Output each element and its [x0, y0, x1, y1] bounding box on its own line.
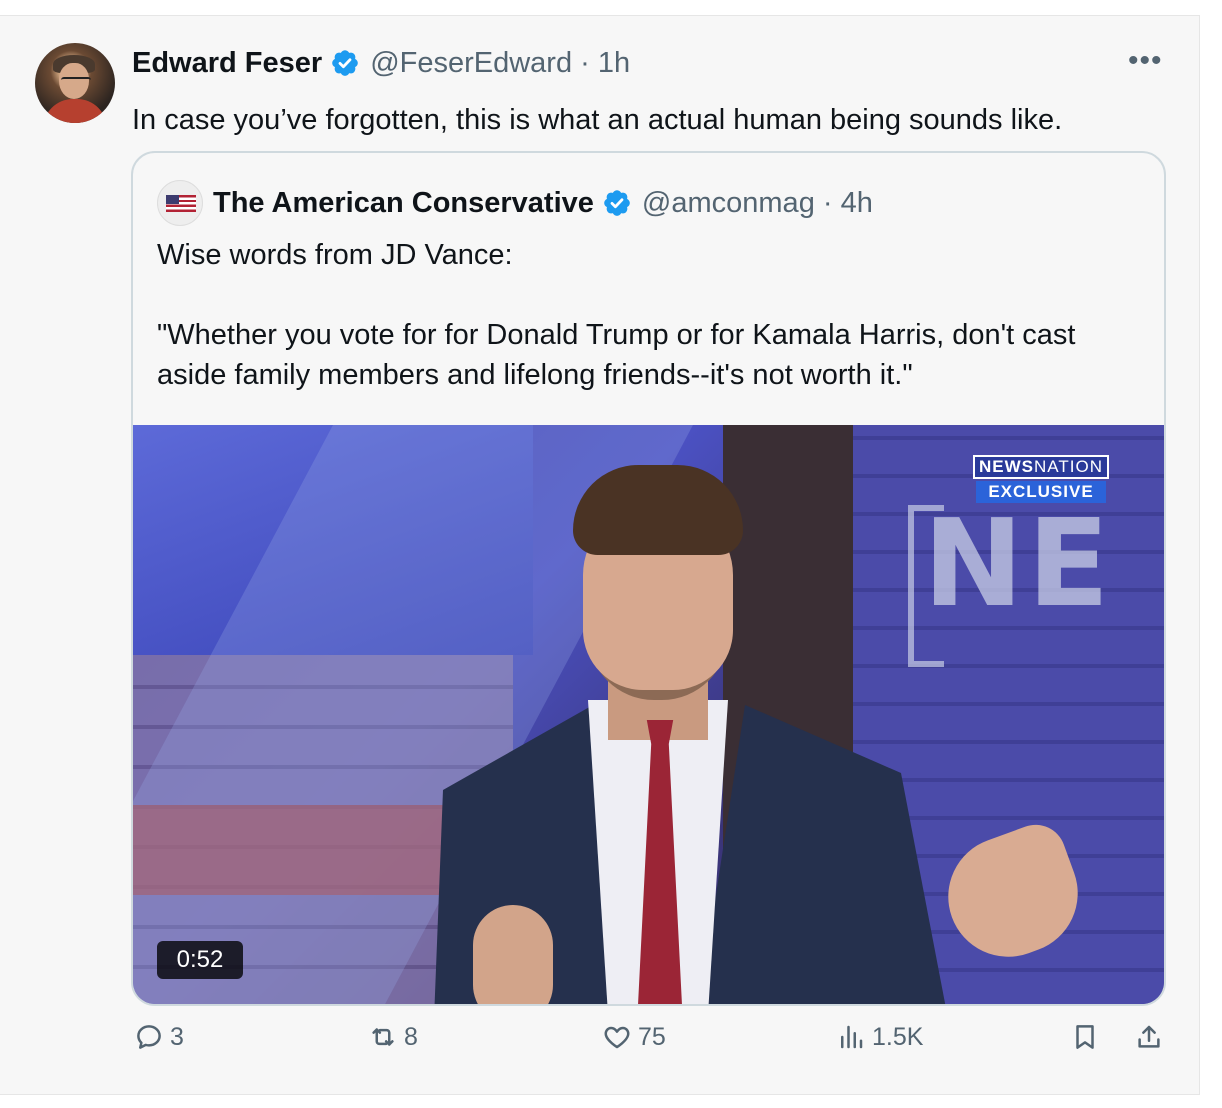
quoted-author-handle-time: @amconmag · 4h: [641, 186, 873, 219]
badge-news: NEWS: [979, 457, 1035, 476]
reply-count: 3: [170, 1022, 184, 1051]
tweet-text: In case you’ve forgotten, this is what a…: [132, 104, 1063, 136]
views-count: 1.5K: [872, 1022, 924, 1051]
verified-badge-icon: [604, 190, 630, 216]
share-icon: [1138, 1025, 1160, 1048]
flag-icon: [166, 195, 196, 212]
like-count: 75: [638, 1022, 666, 1051]
badge-exclusive: EXCLUSIVE: [976, 481, 1106, 503]
quoted-tweet-header: The American Conservative @amconmag · 4h: [157, 180, 873, 226]
verified-badge-icon: [332, 50, 358, 76]
quoted-text-line: aside family members and lifelong friend…: [157, 359, 913, 391]
author-handle-time[interactable]: @FeserEdward · 1h: [370, 47, 630, 80]
tweet-card[interactable]: Edward Feser @FeserEdward · 1h ••• In ca…: [0, 15, 1200, 1095]
badge-nation: NATION: [1034, 457, 1103, 476]
repost-button[interactable]: 8: [368, 1020, 418, 1054]
newsnation-exclusive-badge: NEWSNATION EXCLUSIVE: [969, 455, 1113, 503]
bookmark-button[interactable]: [1070, 1020, 1100, 1054]
views-button[interactable]: 1.5K: [836, 1020, 923, 1054]
more-icon[interactable]: •••: [1128, 46, 1163, 76]
video-thumbnail-person: [403, 465, 1095, 1004]
reply-button[interactable]: 3: [134, 1020, 184, 1054]
quoted-author-avatar: [157, 180, 203, 226]
tweet-header: Edward Feser @FeserEdward · 1h: [132, 46, 630, 80]
quoted-author-name: The American Conservative: [213, 186, 594, 219]
like-button[interactable]: 75: [602, 1020, 666, 1054]
share-button[interactable]: [1134, 1020, 1164, 1054]
quoted-text-line: Wise words from JD Vance:: [157, 239, 513, 271]
quoted-tweet[interactable]: The American Conservative @amconmag · 4h…: [131, 151, 1166, 1006]
quoted-tweet-text: Wise words from JD Vance: "Whether you v…: [157, 235, 1075, 395]
like-icon: [604, 1026, 630, 1049]
author-name[interactable]: Edward Feser: [132, 47, 322, 80]
reply-icon: [137, 1025, 161, 1049]
video-duration: 0:52: [157, 941, 243, 979]
repost-icon: [372, 1028, 394, 1046]
bookmark-icon: [1076, 1025, 1094, 1049]
views-icon: [841, 1025, 863, 1049]
quoted-text-line: "Whether you vote for for Donald Trump o…: [157, 319, 1076, 351]
tweet-actions: 3 8 75 1.5K: [0, 1020, 1200, 1054]
video-player[interactable]: NE NEWSNATION EXCLUSIVE 0:52: [133, 425, 1164, 1004]
repost-count: 8: [404, 1022, 418, 1051]
author-avatar[interactable]: [35, 43, 115, 123]
